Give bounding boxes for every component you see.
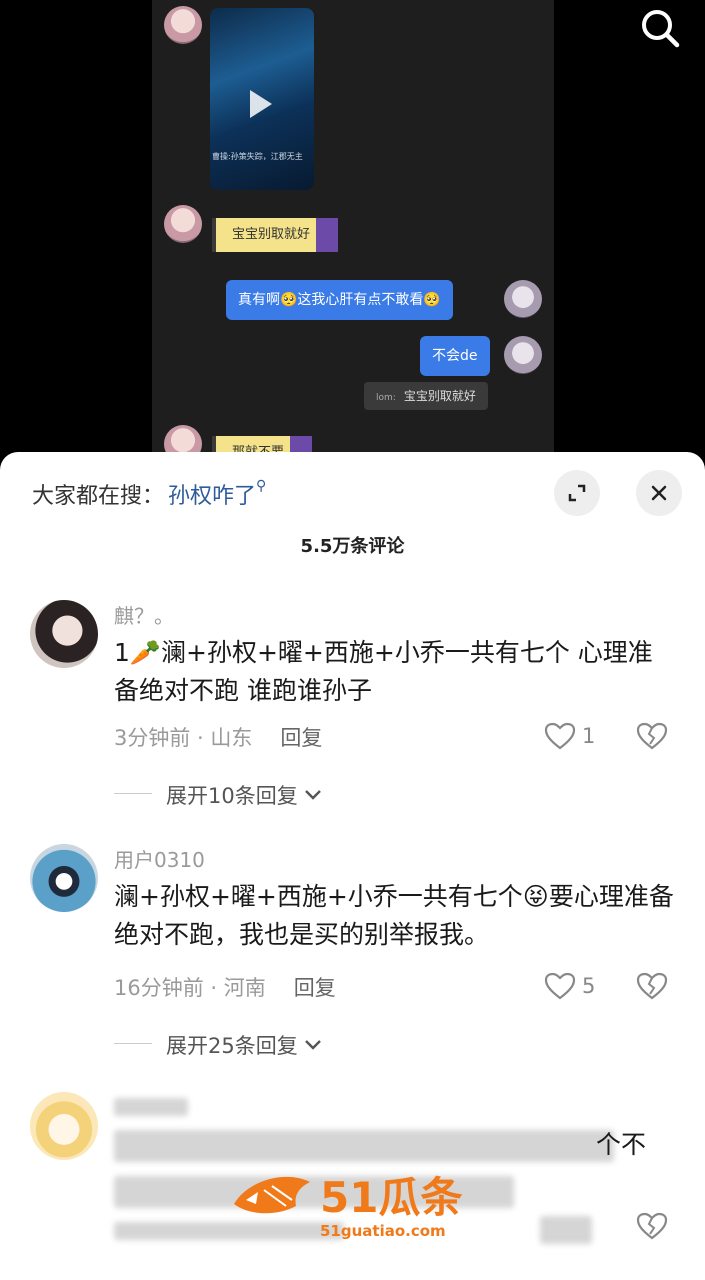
dislike-button[interactable]	[636, 722, 668, 754]
watermark-logo: 51瓜条 51guatiao.com	[228, 1160, 478, 1240]
like-button[interactable]: 5	[544, 972, 595, 1000]
quoted-message: lom: 宝宝别取就好	[364, 382, 488, 410]
comment-username[interactable]: 麒？。	[114, 600, 174, 629]
like-count: 5	[582, 974, 596, 998]
play-icon	[250, 90, 272, 118]
expand-replies-label: 展开25条回复	[166, 1034, 298, 1058]
divider	[114, 1043, 152, 1044]
search-small-icon: ⚲	[256, 478, 267, 494]
expand-replies[interactable]: 展开25条回复	[114, 1030, 324, 1060]
blurred-text	[114, 1130, 614, 1162]
reply-button[interactable]: 回复	[280, 726, 322, 750]
comment-time-location: 3分钟前 · 山东	[114, 726, 253, 750]
comment-count: 5.5万条评论	[300, 536, 405, 557]
reply-button[interactable]: 回复	[294, 976, 336, 1000]
hot-search-label: 大家都在搜：	[32, 484, 165, 509]
blurred-like	[540, 1216, 592, 1244]
avatar[interactable]	[30, 844, 98, 912]
chat-avatar	[164, 6, 202, 44]
close-button[interactable]	[636, 470, 682, 516]
comment-username[interactable]: 用户0310	[114, 844, 205, 873]
dislike-button[interactable]	[636, 972, 668, 1004]
divider	[114, 793, 152, 794]
like-count: 1	[582, 724, 596, 748]
chat-bubble-right: 不会de	[420, 336, 490, 376]
watermark-url: 51guatiao.com	[320, 1222, 446, 1240]
watermark-brand: 51瓜条	[320, 1173, 462, 1222]
chevron-down-icon	[304, 1040, 321, 1050]
like-button[interactable]: 1	[544, 722, 595, 750]
quote-tag: lom:	[376, 393, 396, 403]
broken-heart-icon	[636, 722, 668, 750]
expand-replies-label: 展开10条回复	[166, 784, 298, 808]
video-thumbnail: 曹操:孙策失踪，江郡无主	[210, 8, 314, 190]
expand-icon	[568, 484, 586, 502]
hot-search-bar[interactable]: 大家都在搜： 孙权咋了⚲	[32, 478, 266, 510]
video-frame: 曹操:孙策失踪，江郡无主 宝宝别取就好 真有啊🥺这我心肝有点不敢看🥺 不会de …	[152, 0, 554, 460]
chat-bubble-right: 真有啊🥺这我心肝有点不敢看🥺	[226, 280, 453, 320]
broken-heart-icon	[636, 972, 668, 1000]
comment-meta: 3分钟前 · 山东 回复	[114, 722, 322, 752]
chat-avatar	[504, 280, 542, 318]
expand-button[interactable]	[554, 470, 600, 516]
broken-heart-icon	[636, 1212, 668, 1240]
comment-time-location: 16分钟前 · 河南	[114, 976, 266, 1000]
search-icon[interactable]	[638, 6, 682, 50]
chat-avatar	[164, 205, 202, 243]
chat-avatar	[504, 336, 542, 374]
video-player[interactable]: 曹操:孙策失踪，江郡无主 宝宝别取就好 真有啊🥺这我心肝有点不敢看🥺 不会de …	[0, 0, 705, 460]
hot-search-keyword[interactable]: 孙权咋了	[168, 484, 256, 509]
chevron-down-icon	[304, 790, 321, 800]
quote-text: 宝宝别取就好	[403, 389, 476, 403]
comment-text[interactable]: 澜+孙权+曜+西施+小乔一共有七个😝要心理准备绝对不跑，我也是买的别举报我。	[114, 878, 674, 954]
avatar[interactable]	[30, 1092, 98, 1160]
comment-text-tail: 个不	[596, 1130, 647, 1159]
expand-replies[interactable]: 展开10条回复	[114, 780, 324, 810]
comment-text[interactable]: 1🥕澜+孙权+曜+西施+小乔一共有七个 心理准备绝对不跑 谁跑谁孙子	[114, 634, 674, 710]
heart-icon	[544, 722, 576, 750]
heart-icon	[544, 972, 576, 1000]
dislike-button[interactable]	[636, 1212, 668, 1244]
chat-bubble-left: 宝宝别取就好	[212, 218, 339, 252]
thumbnail-caption: 曹操:孙策失踪，江郡无主	[212, 152, 303, 161]
close-icon	[651, 485, 667, 501]
comment-meta: 16分钟前 · 河南 回复	[114, 972, 336, 1002]
comments-panel: 大家都在搜： 孙权咋了⚲ 5.5万条评论 麒？。 1🥕澜+孙权+曜+西施+小乔一共…	[0, 452, 705, 1280]
avatar[interactable]	[30, 600, 98, 668]
blurred-username	[114, 1098, 188, 1116]
